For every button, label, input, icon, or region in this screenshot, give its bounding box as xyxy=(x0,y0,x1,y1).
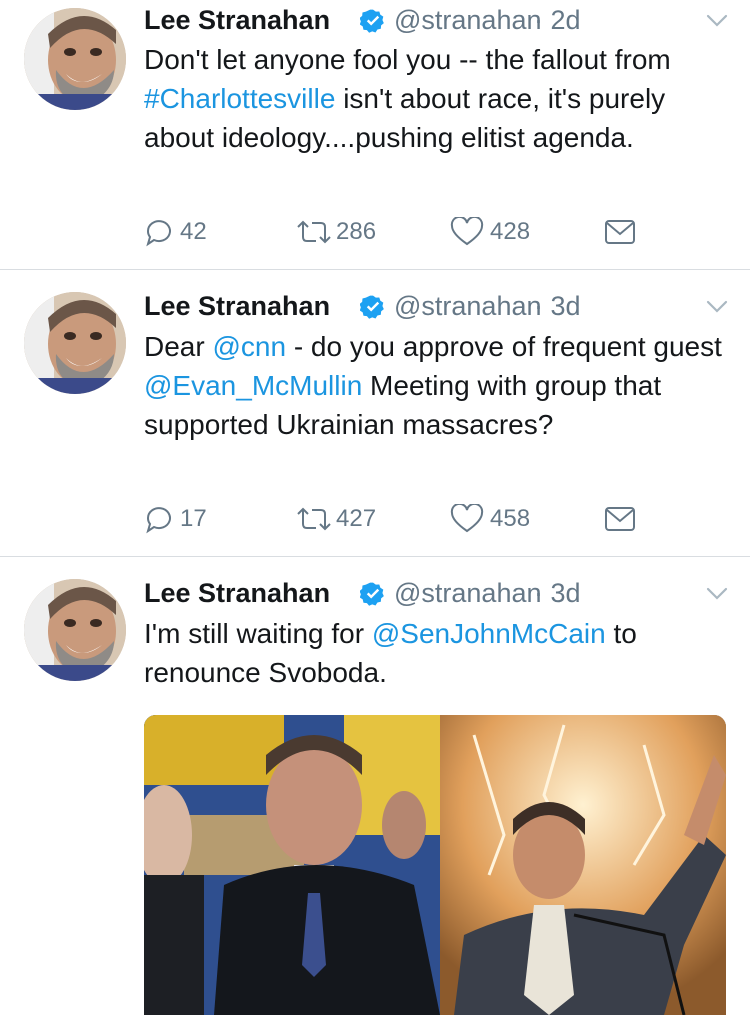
reply-button[interactable]: 17 xyxy=(144,499,207,539)
tweet-text-part: - do you approve of frequent guest xyxy=(286,331,722,362)
like-button[interactable]: 458 xyxy=(450,499,530,539)
dm-button[interactable] xyxy=(604,499,636,539)
retweet-button[interactable]: 286 xyxy=(294,212,376,252)
reply-button[interactable]: 42 xyxy=(144,212,207,252)
tweet-actions: 17 427 458 xyxy=(144,499,644,539)
retweet-icon xyxy=(297,220,331,244)
timestamp[interactable]: · 3d xyxy=(534,291,581,322)
verified-badge-icon xyxy=(360,295,384,319)
like-count: 428 xyxy=(490,218,531,245)
tweet-header: Lee Stranahan @stranahan · 3d xyxy=(144,286,724,326)
chevron-down-icon[interactable] xyxy=(706,587,728,601)
tweet-header: Lee Stranahan @stranahan · 3d xyxy=(144,573,724,613)
tweet[interactable]: Lee Stranahan @stranahan · 3d I'm still … xyxy=(0,557,750,1015)
reply-icon xyxy=(146,507,171,534)
tweet-text: Don't let anyone fool you -- the fallout… xyxy=(144,40,734,157)
tweet-text-part: Don't let anyone fool you -- the fallout… xyxy=(144,44,671,75)
tweet-text: I'm still waiting for @SenJohnMcCain to … xyxy=(144,614,734,692)
tweet-media[interactable] xyxy=(144,715,726,1015)
mention-link[interactable]: @SenJohnMcCain xyxy=(372,618,606,649)
retweet-icon xyxy=(297,507,331,531)
tweet-text: Dear @cnn - do you approve of frequent g… xyxy=(144,327,734,444)
envelope-icon xyxy=(605,220,635,244)
avatar[interactable] xyxy=(24,579,126,681)
avatar[interactable] xyxy=(24,292,126,394)
tweet-text-part: Dear xyxy=(144,331,213,362)
envelope-icon xyxy=(605,507,635,531)
tweet[interactable]: Lee Stranahan @stranahan · 2d Don't let … xyxy=(0,0,750,269)
avatar-image xyxy=(24,579,126,681)
retweet-button[interactable]: 427 xyxy=(294,499,376,539)
handle[interactable]: @stranahan xyxy=(394,5,542,36)
tweet[interactable]: Lee Stranahan @stranahan · 3d Dear @cnn … xyxy=(0,270,750,556)
chevron-down-icon[interactable] xyxy=(706,300,728,314)
chevron-down-icon[interactable] xyxy=(706,14,728,28)
retweet-count: 427 xyxy=(336,505,377,532)
heart-icon xyxy=(450,504,484,533)
timestamp[interactable]: · 2d xyxy=(534,5,581,36)
tweet-header: Lee Stranahan @stranahan · 2d xyxy=(144,0,724,40)
tweet-text-part: I'm still waiting for xyxy=(144,618,372,649)
avatar-image xyxy=(24,292,126,394)
reply-icon xyxy=(146,220,171,247)
hashtag-link[interactable]: #Charlottesville xyxy=(144,83,335,114)
avatar[interactable] xyxy=(24,8,126,110)
display-name[interactable]: Lee Stranahan xyxy=(144,291,330,322)
like-count: 458 xyxy=(490,505,531,532)
dm-button[interactable] xyxy=(604,212,636,252)
avatar-image xyxy=(24,8,126,110)
handle[interactable]: @stranahan xyxy=(394,578,542,609)
mention-link[interactable]: @Evan_McMullin xyxy=(144,370,362,401)
tweet-photo xyxy=(144,715,726,1015)
handle[interactable]: @stranahan xyxy=(394,291,542,322)
heart-icon xyxy=(450,217,484,246)
timestamp[interactable]: · 3d xyxy=(534,578,581,609)
like-button[interactable]: 428 xyxy=(450,212,530,252)
reply-count: 42 xyxy=(180,218,207,245)
display-name[interactable]: Lee Stranahan xyxy=(144,5,330,36)
verified-badge-icon xyxy=(360,9,384,33)
display-name[interactable]: Lee Stranahan xyxy=(144,578,330,609)
mention-link[interactable]: @cnn xyxy=(212,331,286,362)
verified-badge-icon xyxy=(360,582,384,606)
retweet-count: 286 xyxy=(336,218,377,245)
reply-count: 17 xyxy=(180,505,207,532)
tweet-actions: 42 286 428 xyxy=(144,212,644,252)
